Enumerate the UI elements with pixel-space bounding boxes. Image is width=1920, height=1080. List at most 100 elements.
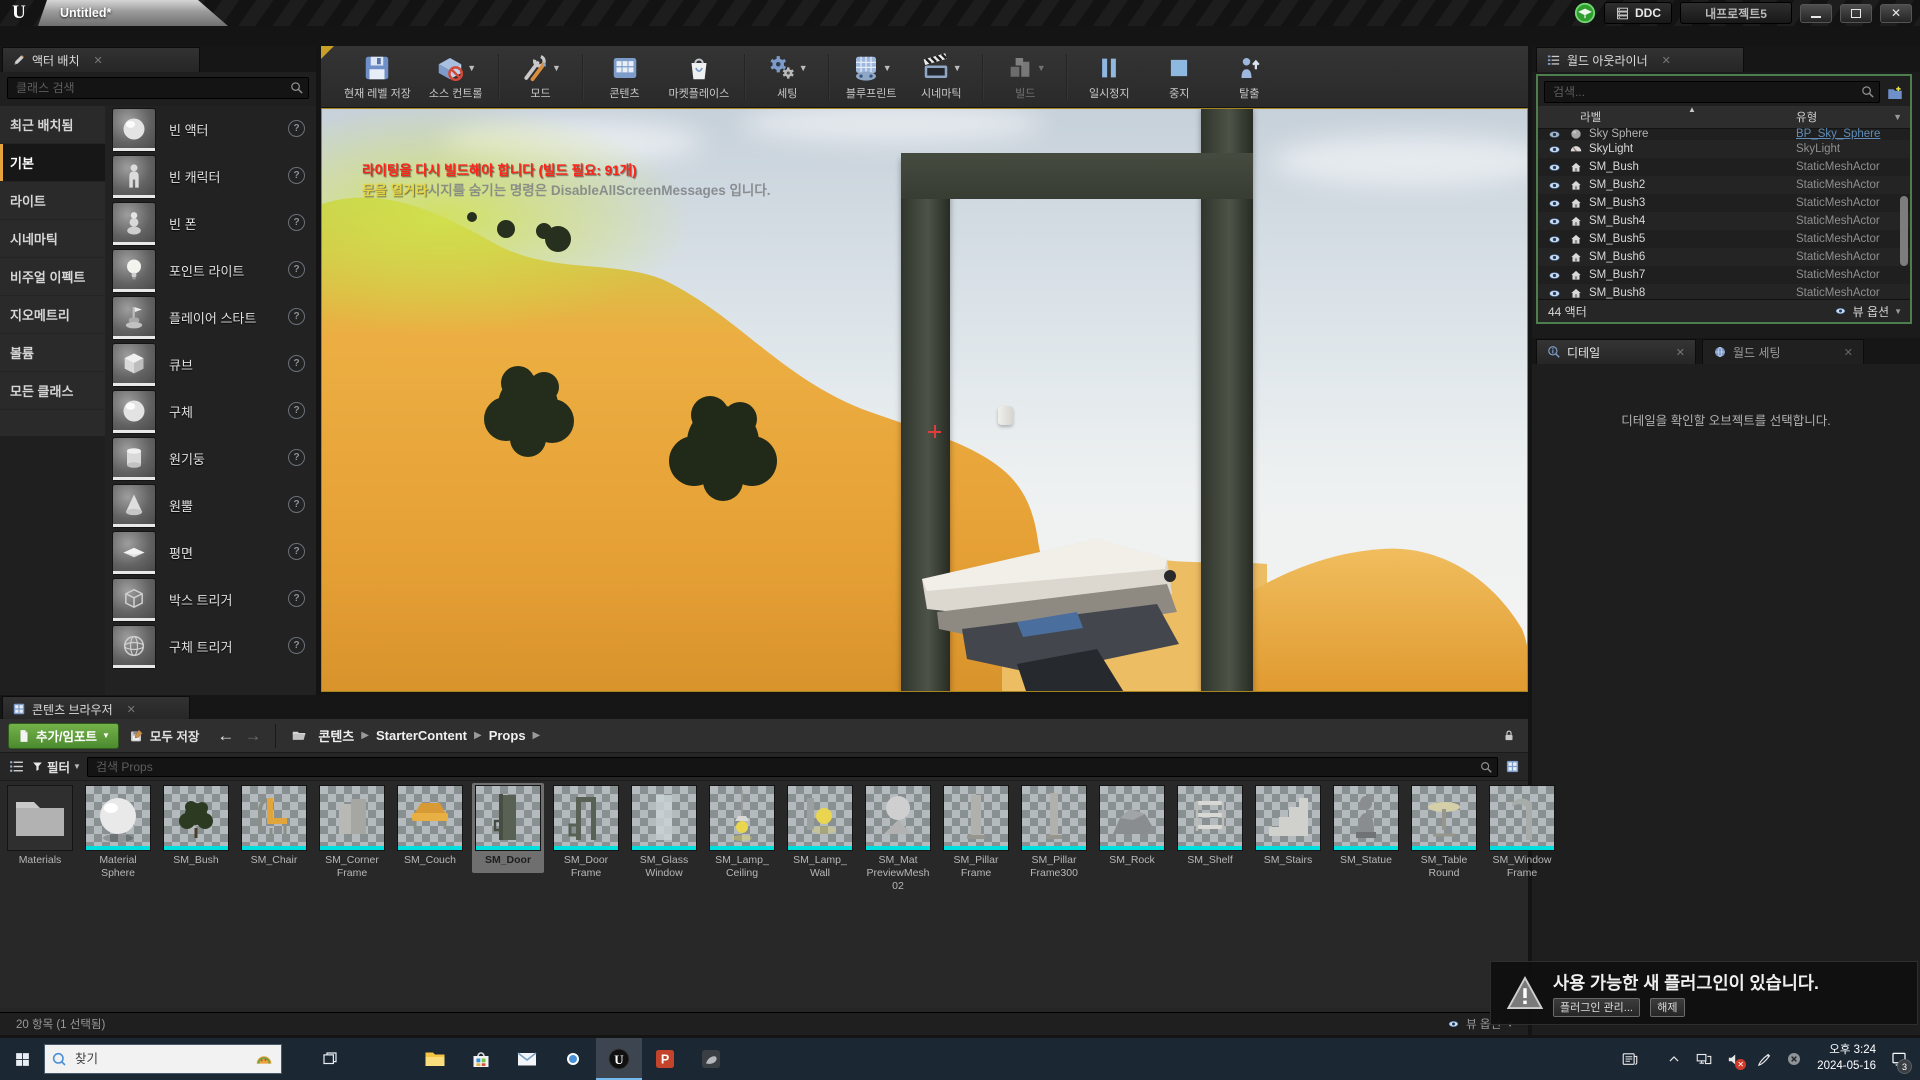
toolbar-build-button[interactable]: ▼빌드 (990, 50, 1060, 103)
toolbar-cinematics-button[interactable]: ▼시네마틱 (906, 50, 976, 103)
eye-icon[interactable] (1546, 180, 1563, 191)
taskbar-search-input[interactable] (73, 1051, 247, 1067)
save-all-button[interactable]: 모두 저장 (129, 726, 199, 745)
outliner-row-SM_Bush7[interactable]: SM_Bush7StaticMeshActor (1538, 266, 1910, 284)
chevron-down-icon[interactable]: ▼ (467, 63, 476, 73)
sync-status-button[interactable] (1779, 1038, 1809, 1080)
category-5[interactable]: 지오메트리 (0, 296, 105, 334)
outliner-row-SM_Bush4[interactable]: SM_Bush4StaticMeshActor (1538, 212, 1910, 230)
help-icon[interactable]: ? (288, 449, 305, 466)
place-actor-item-4[interactable]: 플레이어 스타트? (105, 294, 316, 341)
column-label[interactable]: 라벨 (1580, 109, 1601, 125)
outliner-row-SM_Bush5[interactable]: SM_Bush5StaticMeshActor (1538, 230, 1910, 248)
category-7[interactable]: 모든 클래스 (0, 372, 105, 410)
tab-content-browser[interactable]: 콘텐츠 브라우저 ✕ (2, 696, 190, 721)
asset-SM_Stairs[interactable]: SM_Stairs (1252, 783, 1324, 873)
asset-SM_Rock[interactable]: SM_Rock (1096, 783, 1168, 873)
tutorial-icon[interactable] (1574, 2, 1596, 24)
toolbar-eject-button[interactable]: 탈출 (1214, 50, 1284, 103)
outliner-row-SkyLight[interactable]: SkyLightSkyLight (1538, 140, 1910, 158)
outliner-row-SM_Bush8[interactable]: SM_Bush8StaticMeshActor (1538, 284, 1910, 300)
taskbar-app-edge[interactable] (366, 1038, 412, 1080)
asset-SM_Couch[interactable]: SM_Couch (394, 783, 466, 873)
type-filter-icon[interactable]: ▼ (1893, 112, 1902, 122)
asset-SM_Corner-Frame[interactable]: SM_Corner Frame (316, 783, 388, 886)
toolbar-modes-button[interactable]: ▼모드 (506, 50, 576, 103)
place-actor-item-8[interactable]: 원뿔? (105, 482, 316, 529)
forward-button[interactable]: → (244, 726, 261, 746)
help-icon[interactable]: ? (288, 637, 305, 654)
taskbar-app-mail[interactable] (504, 1038, 550, 1080)
close-icon[interactable]: ✕ (1844, 346, 1853, 359)
asset-Material-Sphere[interactable]: Material Sphere (82, 783, 154, 886)
place-actor-item-9[interactable]: 평면? (105, 529, 316, 576)
place-actor-item-0[interactable]: 빈 액터? (105, 106, 316, 153)
class-search-input[interactable] (7, 77, 309, 99)
outliner-view-options[interactable]: 뷰 옵션 ▼ (1833, 303, 1902, 320)
place-actor-item-11[interactable]: 구체 트리거? (105, 623, 316, 670)
tab-world-outliner[interactable]: 월드 아웃라이너 ✕ (1536, 47, 1744, 72)
taskbar-app-store[interactable] (458, 1038, 504, 1080)
breadcrumb-0[interactable]: 콘텐츠 (318, 726, 354, 745)
column-type[interactable]: 유형 (1796, 109, 1817, 125)
outliner-column-header[interactable]: 라벨 ▲ 유형 ▼ (1538, 106, 1910, 129)
category-2[interactable]: 라이트 (0, 182, 105, 220)
eye-icon[interactable] (1546, 252, 1563, 263)
asset-SM_Door-Frame[interactable]: SM_Door Frame (550, 783, 622, 886)
taskbar-app-unreal[interactable]: U (596, 1038, 642, 1080)
network-button[interactable] (1689, 1038, 1719, 1080)
eye-icon[interactable] (1546, 288, 1563, 299)
place-actor-item-1[interactable]: 빈 캐릭터? (105, 153, 316, 200)
category-0[interactable]: 최근 배치됨 (0, 106, 105, 144)
toolbar-settings-button[interactable]: ▼세팅 (752, 50, 822, 103)
asset-SM_Lamp_-Ceiling[interactable]: SM_Lamp_ Ceiling (706, 783, 778, 886)
toolbar-marketplace-button[interactable]: 마켓플레이스 (660, 50, 739, 103)
manage-plugins-button[interactable]: 플러그인 관리... (1553, 998, 1640, 1017)
chevron-down-icon[interactable]: ▼ (799, 63, 808, 73)
task-view-button[interactable] (308, 1038, 352, 1080)
back-button[interactable]: ← (217, 726, 234, 746)
help-icon[interactable]: ? (288, 543, 305, 560)
actor-type[interactable]: BP_Sky_Sphere (1796, 128, 1880, 140)
asset-SM_Mat-PreviewMesh-02[interactable]: SM_Mat PreviewMesh 02 (862, 783, 934, 899)
close-button[interactable]: ✕ (1880, 4, 1912, 23)
search-highlight-taco-icon[interactable] (253, 1048, 275, 1070)
close-icon[interactable]: ✕ (94, 54, 103, 67)
outliner-row-Sky-Sphere[interactable]: Sky SphereBP_Sky_Sphere (1538, 128, 1910, 140)
toolbar-blueprints-button[interactable]: ▼블루프린트 (836, 50, 906, 103)
pen-settings-button[interactable] (1749, 1038, 1779, 1080)
help-icon[interactable]: ? (288, 167, 305, 184)
outliner-row-SM_Bush3[interactable]: SM_Bush3StaticMeshActor (1538, 194, 1910, 212)
taskbar-app-powerpoint[interactable]: P (642, 1038, 688, 1080)
close-icon[interactable]: ✕ (127, 703, 136, 716)
help-icon[interactable]: ? (288, 355, 305, 372)
taskbar-search-box[interactable] (44, 1044, 282, 1074)
eye-icon[interactable] (1546, 144, 1563, 155)
hidden-icons-button[interactable] (1659, 1038, 1689, 1080)
eye-icon[interactable] (1546, 198, 1563, 209)
close-icon[interactable]: ✕ (1662, 54, 1671, 67)
asset-SM_Window-Frame[interactable]: SM_Window Frame (1486, 783, 1558, 886)
action-center-button[interactable]: 3 (1884, 1038, 1914, 1080)
tab-details[interactable]: 디테일 ✕ (1536, 339, 1696, 364)
asset-SM_Pillar-Frame[interactable]: SM_Pillar Frame (940, 783, 1012, 886)
tab-place-actors[interactable]: 액터 배치 ✕ (2, 47, 200, 72)
asset-SM_Table-Round[interactable]: SM_Table Round (1408, 783, 1480, 886)
toolbar-floppy-button[interactable]: 현재 레벨 저장 (335, 50, 420, 103)
outliner-scrollbar[interactable] (1900, 196, 1908, 266)
toolbar-stop-button[interactable]: 중지 (1144, 50, 1214, 103)
outliner-row-SM_Bush2[interactable]: SM_Bush2StaticMeshActor (1538, 176, 1910, 194)
breadcrumb-1[interactable]: StarterContent (376, 728, 467, 743)
asset-SM_Chair[interactable]: SM_Chair (238, 783, 310, 873)
outliner-row-SM_Bush6[interactable]: SM_Bush6StaticMeshActor (1538, 248, 1910, 266)
help-icon[interactable]: ? (288, 261, 305, 278)
eye-icon[interactable] (1546, 162, 1563, 173)
level-tab[interactable]: Untitled* (38, 0, 228, 26)
asset-SM_Door[interactable]: SM_Door (472, 783, 544, 873)
level-viewport[interactable]: 라이팅을 다시 빌드해야 합니다 (빌드 필요: 91개) 문을 열거라시지를 … (321, 108, 1528, 692)
outliner-row-SM_Bush[interactable]: SM_BushStaticMeshActor (1538, 158, 1910, 176)
clock[interactable]: 오후 3:24 2024-05-16 (1809, 1043, 1884, 1074)
filter-button[interactable]: 필터 ▼ (31, 757, 81, 776)
help-icon[interactable]: ? (288, 308, 305, 325)
place-actor-item-5[interactable]: 큐브? (105, 341, 316, 388)
